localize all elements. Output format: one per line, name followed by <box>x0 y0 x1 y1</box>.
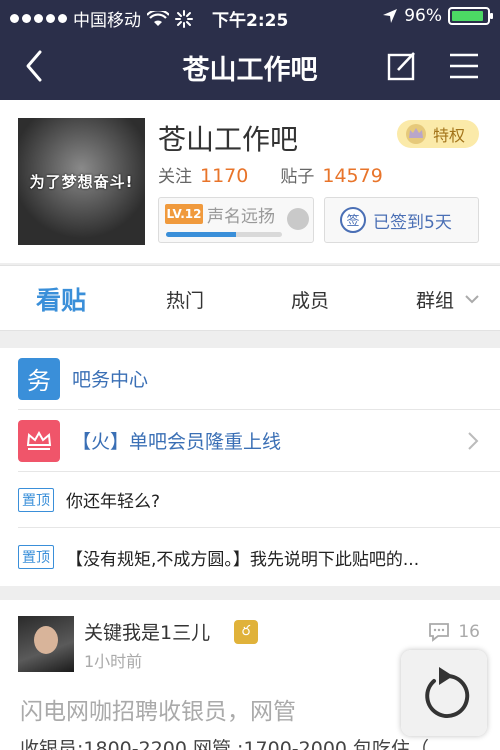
post-title: 闪电网咖招聘收银员，网管 <box>20 699 296 725</box>
follow-label: 关注 <box>158 167 192 187</box>
sign-in-icon: 签 <box>340 207 366 233</box>
rocket-icon <box>287 208 309 230</box>
tab-groups-label: 群组 <box>416 289 455 312</box>
privilege-label: 特权 <box>433 126 466 145</box>
top-bar: 中国移动 下午2:25 96% 苍山工作吧 <box>0 0 500 100</box>
service-label: 吧务中心 <box>72 369 149 391</box>
crown-icon <box>406 124 426 144</box>
location-arrow-icon <box>383 9 398 23</box>
avatar[interactable] <box>18 616 74 672</box>
navigation-bar: 苍山工作吧 <box>0 34 500 100</box>
comment-count: 16 <box>428 622 480 642</box>
privilege-button[interactable]: 特权 <box>397 120 479 148</box>
tab-posts[interactable]: 看贴 <box>36 266 86 332</box>
notice-list: 务 吧务中心 【火】单吧会员隆重上线 置顶 你还年轻么? 置顶 【没有规矩,不成… <box>0 348 500 586</box>
comment-icon <box>429 623 450 642</box>
crown-icon <box>18 419 60 462</box>
tab-members[interactable]: 成员 <box>291 266 329 332</box>
chevron-down-icon <box>465 295 479 304</box>
tab-hot[interactable]: 热门 <box>166 266 204 332</box>
battery-icon <box>448 7 493 25</box>
compose-icon[interactable] <box>386 50 418 82</box>
list-item-pinned-2[interactable]: 置顶 【没有规矩,不成方圆。】我先说明下此贴吧的... <box>18 528 500 586</box>
pinned-title: 【没有规矩,不成方圆。】我先说明下此贴吧的... <box>66 549 420 570</box>
pinned-badge: 置顶 <box>18 487 54 512</box>
post-excerpt: 收银员:1800-2200 网管 :1700-2000 包吃住（ <box>20 738 430 750</box>
post-time: 1小时前 <box>84 652 143 671</box>
svg-text:签: 签 <box>346 213 359 229</box>
forum-header: 为了梦想奋斗! 苍山工作吧 特权 关注 1170 贴子 14579 LV.12 声名… <box>0 100 500 263</box>
forum-cover-image[interactable]: 为了梦想奋斗! <box>18 118 145 245</box>
comment-count-value: 16 <box>458 622 480 642</box>
menu-icon[interactable] <box>448 52 480 80</box>
refresh-button[interactable] <box>401 650 487 736</box>
member-notice-label: 【火】单吧会员隆重上线 <box>72 431 282 453</box>
service-icon: 务 <box>18 357 60 400</box>
pinned-title: 你还年轻么? <box>66 492 161 512</box>
follow-count: 1170 <box>200 165 249 187</box>
chevron-right-icon <box>468 431 479 450</box>
level-box[interactable]: LV.12 声名远扬 <box>158 197 314 243</box>
clock: 下午2:25 <box>212 11 289 31</box>
status-bar: 中国移动 下午2:25 96% <box>0 0 500 34</box>
level-progress-bar <box>166 232 282 237</box>
cover-text: 为了梦想奋斗! <box>29 173 134 191</box>
forum-name: 苍山工作吧 <box>158 123 299 156</box>
posts-count: 14579 <box>322 165 383 187</box>
signal-icon <box>10 14 67 23</box>
signin-button[interactable]: 签 已签到5天 <box>324 197 479 243</box>
posts-label: 贴子 <box>280 167 315 187</box>
wifi-icon <box>147 10 169 26</box>
battery-percent: 96% <box>404 6 442 26</box>
tab-groups[interactable]: 群组 <box>416 266 480 332</box>
refresh-icon <box>425 667 470 718</box>
list-item-pinned-1[interactable]: 置顶 你还年轻么? <box>18 472 500 528</box>
forum-stats: 关注 1170 贴子 14579 <box>158 162 383 187</box>
user-badge: ర <box>234 620 258 644</box>
list-item-service[interactable]: 务 吧务中心 <box>18 348 500 410</box>
signin-label: 已签到5天 <box>373 212 452 233</box>
page-title: 苍山工作吧 <box>182 55 318 86</box>
carrier-label: 中国移动 <box>73 11 141 31</box>
tab-bar: 看贴 热门 成员 群组 <box>0 265 500 331</box>
level-name: 声名远扬 <box>207 207 275 227</box>
list-item-member-notice[interactable]: 【火】单吧会员隆重上线 <box>18 410 500 472</box>
post-username[interactable]: 关键我是1三儿 <box>84 618 210 645</box>
loading-icon <box>175 9 193 28</box>
pinned-badge: 置顶 <box>18 545 54 569</box>
level-badge: LV.12 <box>165 204 203 224</box>
